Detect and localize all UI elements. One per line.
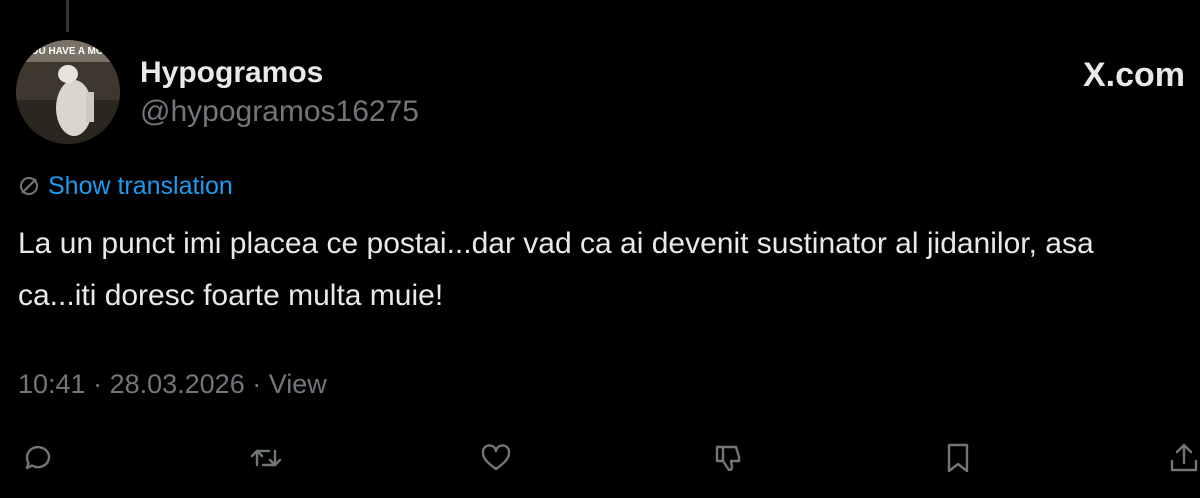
like-button[interactable] — [476, 438, 516, 478]
tweet-meta: 10:41 · 28.03.2026 · View — [18, 366, 327, 402]
show-translation-link[interactable]: Show translation — [18, 170, 233, 202]
brand-logo: X.com — [1082, 56, 1185, 94]
retweet-icon — [250, 449, 282, 467]
share-icon — [1170, 443, 1198, 472]
share-button[interactable] — [1164, 438, 1200, 478]
meta-separator: · — [244, 369, 269, 399]
bookmark-icon — [947, 443, 969, 473]
translate-label[interactable]: Show translation — [48, 170, 233, 202]
dislike-button[interactable] — [708, 438, 748, 478]
dislike-icon — [715, 445, 741, 472]
avatar-image: YOU HAVE A MO... — [16, 40, 120, 144]
retweet-button[interactable] — [246, 438, 286, 478]
reply-button[interactable] — [18, 438, 58, 478]
like-icon — [481, 444, 511, 471]
tweet-text: La un punct imi placea ce postai...dar v… — [18, 227, 1094, 312]
action-bar — [18, 438, 1198, 478]
author-name[interactable]: Hypogramos — [140, 55, 323, 91]
bookmark-button[interactable] — [938, 438, 978, 478]
tweet-date[interactable]: 28.03.2026 — [110, 366, 245, 402]
avatar-caption: YOU HAVE A MO... — [24, 46, 112, 57]
meta-separator: · — [85, 369, 110, 399]
view-link[interactable]: View — [269, 366, 327, 402]
translate-icon — [18, 175, 40, 197]
tweet-time[interactable]: 10:41 — [18, 366, 86, 402]
author-handle[interactable]: @hypogramos16275 — [140, 94, 419, 130]
thread-line — [66, 0, 69, 32]
avatar[interactable]: YOU HAVE A MO... — [16, 40, 120, 144]
reply-icon — [25, 445, 51, 470]
